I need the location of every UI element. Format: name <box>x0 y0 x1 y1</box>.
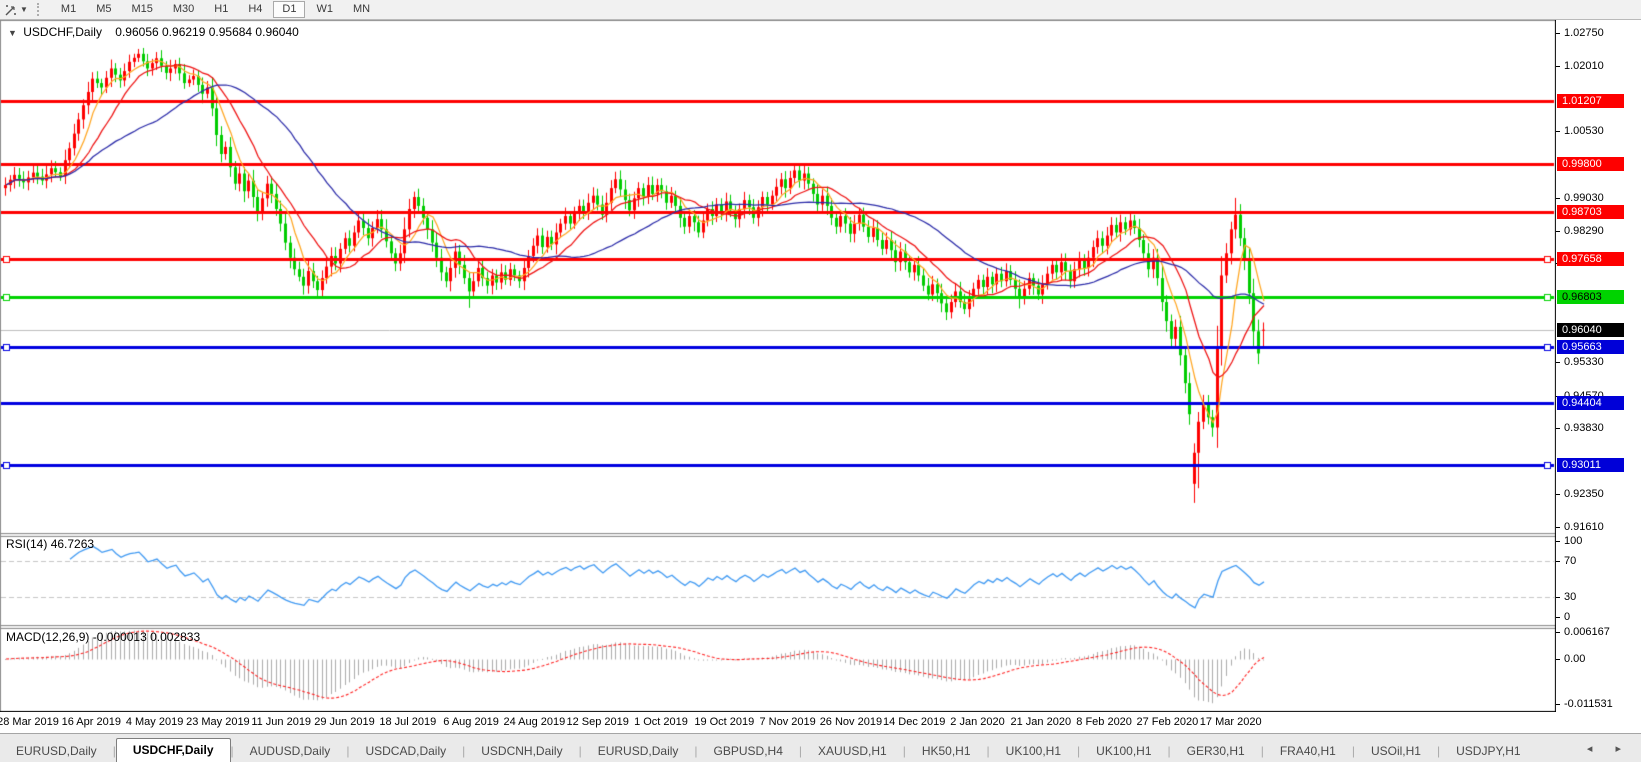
chart-tab-uk100-10[interactable]: UK100,H1 <box>1080 740 1167 762</box>
price-chart-canvas[interactable] <box>0 20 1556 712</box>
chart-title: ▼ USDCHF,Daily 0.96056 0.96219 0.95684 0… <box>8 25 299 39</box>
price-tick-label: 1.02750 <box>1556 27 1604 39</box>
top-toolbar: ▼ M1M5M15M30H1H4D1W1MN <box>0 0 1641 20</box>
price-tick-label: 0.98290 <box>1556 225 1604 237</box>
macd-indicator-label: MACD(12,26,9) -0.000013 0.002833 <box>6 630 200 644</box>
price-level-badge: 0.93011 <box>1557 458 1624 472</box>
timeframe-button-m5[interactable]: M5 <box>87 1 120 18</box>
price-level-badge: 0.98703 <box>1557 205 1624 219</box>
chart-tab-usdjpy-14[interactable]: USDJPY,H1 <box>1440 740 1536 762</box>
timeframe-button-h4[interactable]: H4 <box>239 1 271 18</box>
rsi-tick-label: 0 <box>1556 611 1570 623</box>
chart-tab-hk50-8[interactable]: HK50,H1 <box>906 740 987 762</box>
chart-tab-ger30-11[interactable]: GER30,H1 <box>1171 740 1261 762</box>
timeframe-button-m1[interactable]: M1 <box>52 1 85 18</box>
rsi-indicator-label: RSI(14) 46.7263 <box>6 537 94 551</box>
macd-tick-label: 0.00 <box>1556 653 1585 665</box>
chart-tab-usoil-13[interactable]: USOil,H1 <box>1355 740 1437 762</box>
price-tick-label: 0.93830 <box>1556 422 1604 434</box>
timeframe-button-mn[interactable]: MN <box>344 1 379 18</box>
price-level-badge: 0.97658 <box>1557 252 1624 266</box>
chart-tab-gbpusd-6[interactable]: GBPUSD,H4 <box>698 740 799 762</box>
price-axis[interactable]: 1.027501.020101.005300.990300.982900.975… <box>1556 20 1641 712</box>
timeframe-button-w1[interactable]: W1 <box>307 1 342 18</box>
chart-tab-eurusd-5[interactable]: EURUSD,Daily <box>582 740 695 762</box>
price-tick-label: 0.99030 <box>1556 192 1604 204</box>
symbol-dropdown-icon[interactable]: ▼ <box>8 28 17 38</box>
chart-tab-usdchf-1[interactable]: USDCHF,Daily <box>116 738 231 762</box>
timeframe-button-m30[interactable]: M30 <box>164 1 203 18</box>
price-tick-label: 1.00530 <box>1556 125 1604 137</box>
date-axis-label: 17 Mar 2020 <box>1186 716 1276 728</box>
macd-tick-label: 0.006167 <box>1556 626 1610 638</box>
chart-symbol-label: USDCHF,Daily <box>23 25 102 39</box>
chart-tab-uk100-9[interactable]: UK100,H1 <box>990 740 1077 762</box>
price-level-badge: 0.95663 <box>1557 340 1624 354</box>
price-tick-label: 0.92350 <box>1556 488 1604 500</box>
rsi-tick-label: 100 <box>1556 535 1582 547</box>
tab-scroll-arrows[interactable]: ◂ ▸ <box>1587 742 1631 755</box>
chart-tab-usdcad-3[interactable]: USDCAD,Daily <box>349 740 462 762</box>
price-level-badge: 0.96040 <box>1557 323 1624 337</box>
chart-tab-audusd-2[interactable]: AUDUSD,Daily <box>234 740 347 762</box>
price-level-badge: 0.96803 <box>1557 290 1624 304</box>
chart-tab-bar: EURUSD,Daily|USDCHF,Daily|AUDUSD,Daily|U… <box>0 733 1641 762</box>
chart-tab-eurusd-0[interactable]: EURUSD,Daily <box>0 740 113 762</box>
rsi-tick-label: 70 <box>1556 555 1576 567</box>
chart-tab-fra40-12[interactable]: FRA40,H1 <box>1264 740 1352 762</box>
timeframe-button-m15[interactable]: M15 <box>122 1 161 18</box>
chart-ohlc-values: 0.96056 0.96219 0.95684 0.96040 <box>115 25 299 39</box>
price-tick-label: 0.91610 <box>1556 521 1604 533</box>
price-level-badge: 0.94404 <box>1557 396 1624 410</box>
rsi-value: 46.7263 <box>51 537 94 551</box>
timeframe-button-d1[interactable]: D1 <box>273 1 305 18</box>
chart-tab-usdcnh-4[interactable]: USDCNH,Daily <box>465 740 578 762</box>
chart-tab-xauusd-7[interactable]: XAUUSD,H1 <box>802 740 903 762</box>
price-level-badge: 0.99800 <box>1557 157 1624 171</box>
chevron-down-icon[interactable]: ▼ <box>20 5 28 14</box>
price-tick-label: 1.02010 <box>1556 60 1604 72</box>
timeframe-button-h1[interactable]: H1 <box>205 1 237 18</box>
price-tick-label: 0.95330 <box>1556 356 1604 368</box>
macd-tick-label: -0.011531 <box>1556 698 1613 710</box>
macd-values: -0.000013 0.002833 <box>93 630 200 644</box>
rsi-tick-label: 30 <box>1556 591 1576 603</box>
date-axis[interactable]: 28 Mar 201916 Apr 20194 May 201923 May 2… <box>0 712 1641 733</box>
crosshair-cursor-tool-icon[interactable] <box>2 2 20 17</box>
toolbar-grip <box>37 3 43 16</box>
price-level-badge: 1.01207 <box>1557 94 1624 108</box>
